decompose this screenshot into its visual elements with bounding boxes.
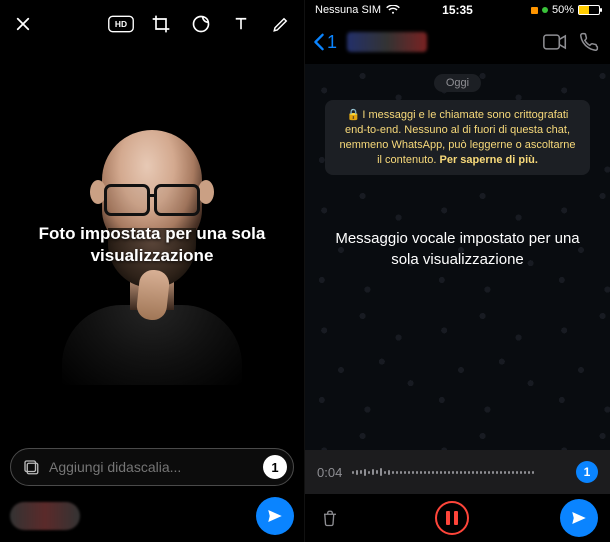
close-icon[interactable] <box>10 11 36 37</box>
voice-message-preview[interactable]: 0:04 1 <box>305 450 610 494</box>
audio-call-icon[interactable] <box>576 29 602 55</box>
battery-icon <box>578 5 600 15</box>
media-picker-icon[interactable] <box>21 457 41 477</box>
send-voice-button[interactable] <box>560 499 598 537</box>
voice-waveform[interactable] <box>352 465 566 479</box>
draw-tool-icon[interactable] <box>268 11 294 37</box>
chat-pane: Nessuna SIM 15:35 50% 1 Oggi 🔒I messaggi… <box>305 0 610 542</box>
photo-editor-pane: HD Foto impostata per una sola visualizz… <box>0 0 305 542</box>
clock-label: 15:35 <box>305 3 610 17</box>
crop-rotate-icon[interactable] <box>148 11 174 37</box>
lock-icon: 🔒 <box>347 109 361 121</box>
status-bar: Nessuna SIM 15:35 50% <box>305 0 610 20</box>
editor-bottom-bar <box>0 490 304 542</box>
chat-nav-bar: 1 <box>305 20 610 64</box>
caption-bar[interactable]: 1 <box>10 448 294 486</box>
voice-viewonce-overlay-text: Messaggio vocale impostato per una sola … <box>305 229 610 270</box>
back-count-label: 1 <box>327 32 337 53</box>
photo-preview: Foto impostata per una sola visualizzazi… <box>0 48 304 442</box>
encryption-notice[interactable]: 🔒I messaggi e le chiamate sono crittogra… <box>325 100 590 175</box>
voice-duration-label: 0:04 <box>317 465 342 480</box>
editor-toolbar: HD <box>0 0 304 48</box>
voice-recording-controls <box>305 494 610 542</box>
back-button[interactable]: 1 <box>313 32 337 53</box>
video-call-icon[interactable] <box>542 29 568 55</box>
recipient-chip[interactable] <box>10 502 80 530</box>
chat-title[interactable] <box>347 32 427 52</box>
voice-viewonce-toggle[interactable]: 1 <box>576 461 598 483</box>
viewonce-toggle[interactable]: 1 <box>263 455 287 479</box>
chat-messages-area[interactable]: Oggi 🔒I messaggi e le chiamate sono crit… <box>305 64 610 450</box>
send-button[interactable] <box>256 497 294 535</box>
date-separator: Oggi <box>434 74 481 92</box>
svg-text:HD: HD <box>115 19 127 29</box>
hd-quality-icon[interactable]: HD <box>108 11 134 37</box>
text-tool-icon[interactable] <box>228 11 254 37</box>
caption-input[interactable] <box>49 459 255 475</box>
sticker-icon[interactable] <box>188 11 214 37</box>
delete-recording-button[interactable] <box>317 505 343 531</box>
pause-recording-button[interactable] <box>435 501 469 535</box>
encryption-learn-more-link[interactable]: Per saperne di più. <box>439 154 537 166</box>
photo-content <box>42 120 262 370</box>
